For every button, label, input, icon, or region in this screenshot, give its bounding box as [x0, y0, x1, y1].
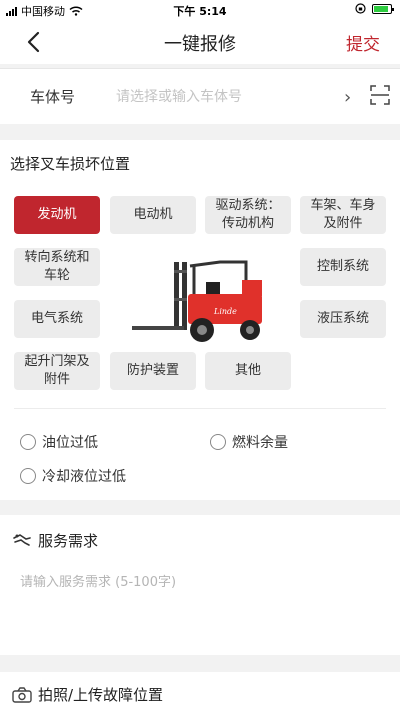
radio-circle-icon[interactable]	[210, 434, 226, 450]
radio-circle-icon[interactable]	[20, 468, 36, 484]
status-bar: 中国移动 下午 5:14	[0, 0, 400, 20]
chip-electrical-system[interactable]: 电气系统	[14, 300, 100, 338]
vehicle-number-input[interactable]: 请选择或输入车体号	[116, 86, 242, 106]
option-label: 油位过低	[42, 435, 98, 451]
scan-icon[interactable]	[370, 85, 390, 105]
submit-button[interactable]: 提交	[346, 30, 380, 55]
service-request-header: 服务需求	[12, 530, 98, 551]
service-hand-icon	[13, 533, 31, 546]
camera-icon	[12, 686, 32, 703]
chip-other[interactable]: 其他	[205, 352, 291, 390]
chip-steering-wheels[interactable]: 转向系统和车轮	[14, 248, 100, 286]
service-request-input[interactable]: 请输入服务需求 (5-100字)	[20, 571, 176, 590]
option-label: 燃料余量	[232, 435, 288, 451]
damage-section-title: 选择叉车损坏位置	[10, 155, 131, 173]
photo-upload-title: 拍照/上传故障位置	[38, 686, 164, 704]
photo-upload-header: 拍照/上传故障位置	[12, 684, 163, 705]
damage-location-section: 选择叉车损坏位置 发动机 电动机 驱动系统：传动机构 车架、车身及附件 转向系统…	[0, 140, 400, 500]
chip-protection-device[interactable]: 防护装置	[110, 352, 196, 390]
chip-engine[interactable]: 发动机	[14, 196, 100, 234]
page-title: 一键报修	[164, 34, 236, 55]
status-right	[355, 3, 394, 14]
chip-frame-body[interactable]: 车架、车身及附件	[300, 196, 386, 234]
navigation-bar: 一键报修 提交	[0, 20, 400, 64]
option-low-coolant[interactable]: 冷却液位过低	[20, 466, 126, 486]
chip-hydraulic-system[interactable]: 液压系统	[300, 300, 386, 338]
status-time: 下午 5:14	[173, 5, 227, 18]
photo-upload-section[interactable]: 拍照/上传故障位置	[0, 672, 400, 710]
vehicle-number-row[interactable]: 车体号 请选择或输入车体号 ›	[0, 68, 400, 124]
forklift-brand-logo: Linde	[213, 307, 237, 316]
service-request-title: 服务需求	[38, 532, 99, 550]
option-label: 冷却液位过低	[42, 469, 126, 485]
forklift-illustration: Linde	[132, 260, 262, 342]
chip-motor[interactable]: 电动机	[110, 196, 196, 234]
option-fuel-remaining[interactable]: 燃料余量	[210, 432, 288, 452]
orientation-lock-icon	[355, 3, 366, 14]
service-request-section: 服务需求 请输入服务需求 (5-100字)	[0, 515, 400, 655]
section-divider	[14, 408, 386, 409]
option-low-oil[interactable]: 油位过低	[20, 432, 98, 452]
battery-icon	[372, 3, 394, 14]
chip-control-system[interactable]: 控制系统	[300, 248, 386, 286]
radio-circle-icon[interactable]	[20, 434, 36, 450]
chevron-right-icon[interactable]: ›	[344, 87, 351, 108]
vehicle-number-label: 车体号	[30, 88, 76, 106]
chip-drive-system[interactable]: 驱动系统：传动机构	[205, 196, 291, 234]
chip-mast-attachments[interactable]: 起升门架及附件	[14, 352, 100, 390]
